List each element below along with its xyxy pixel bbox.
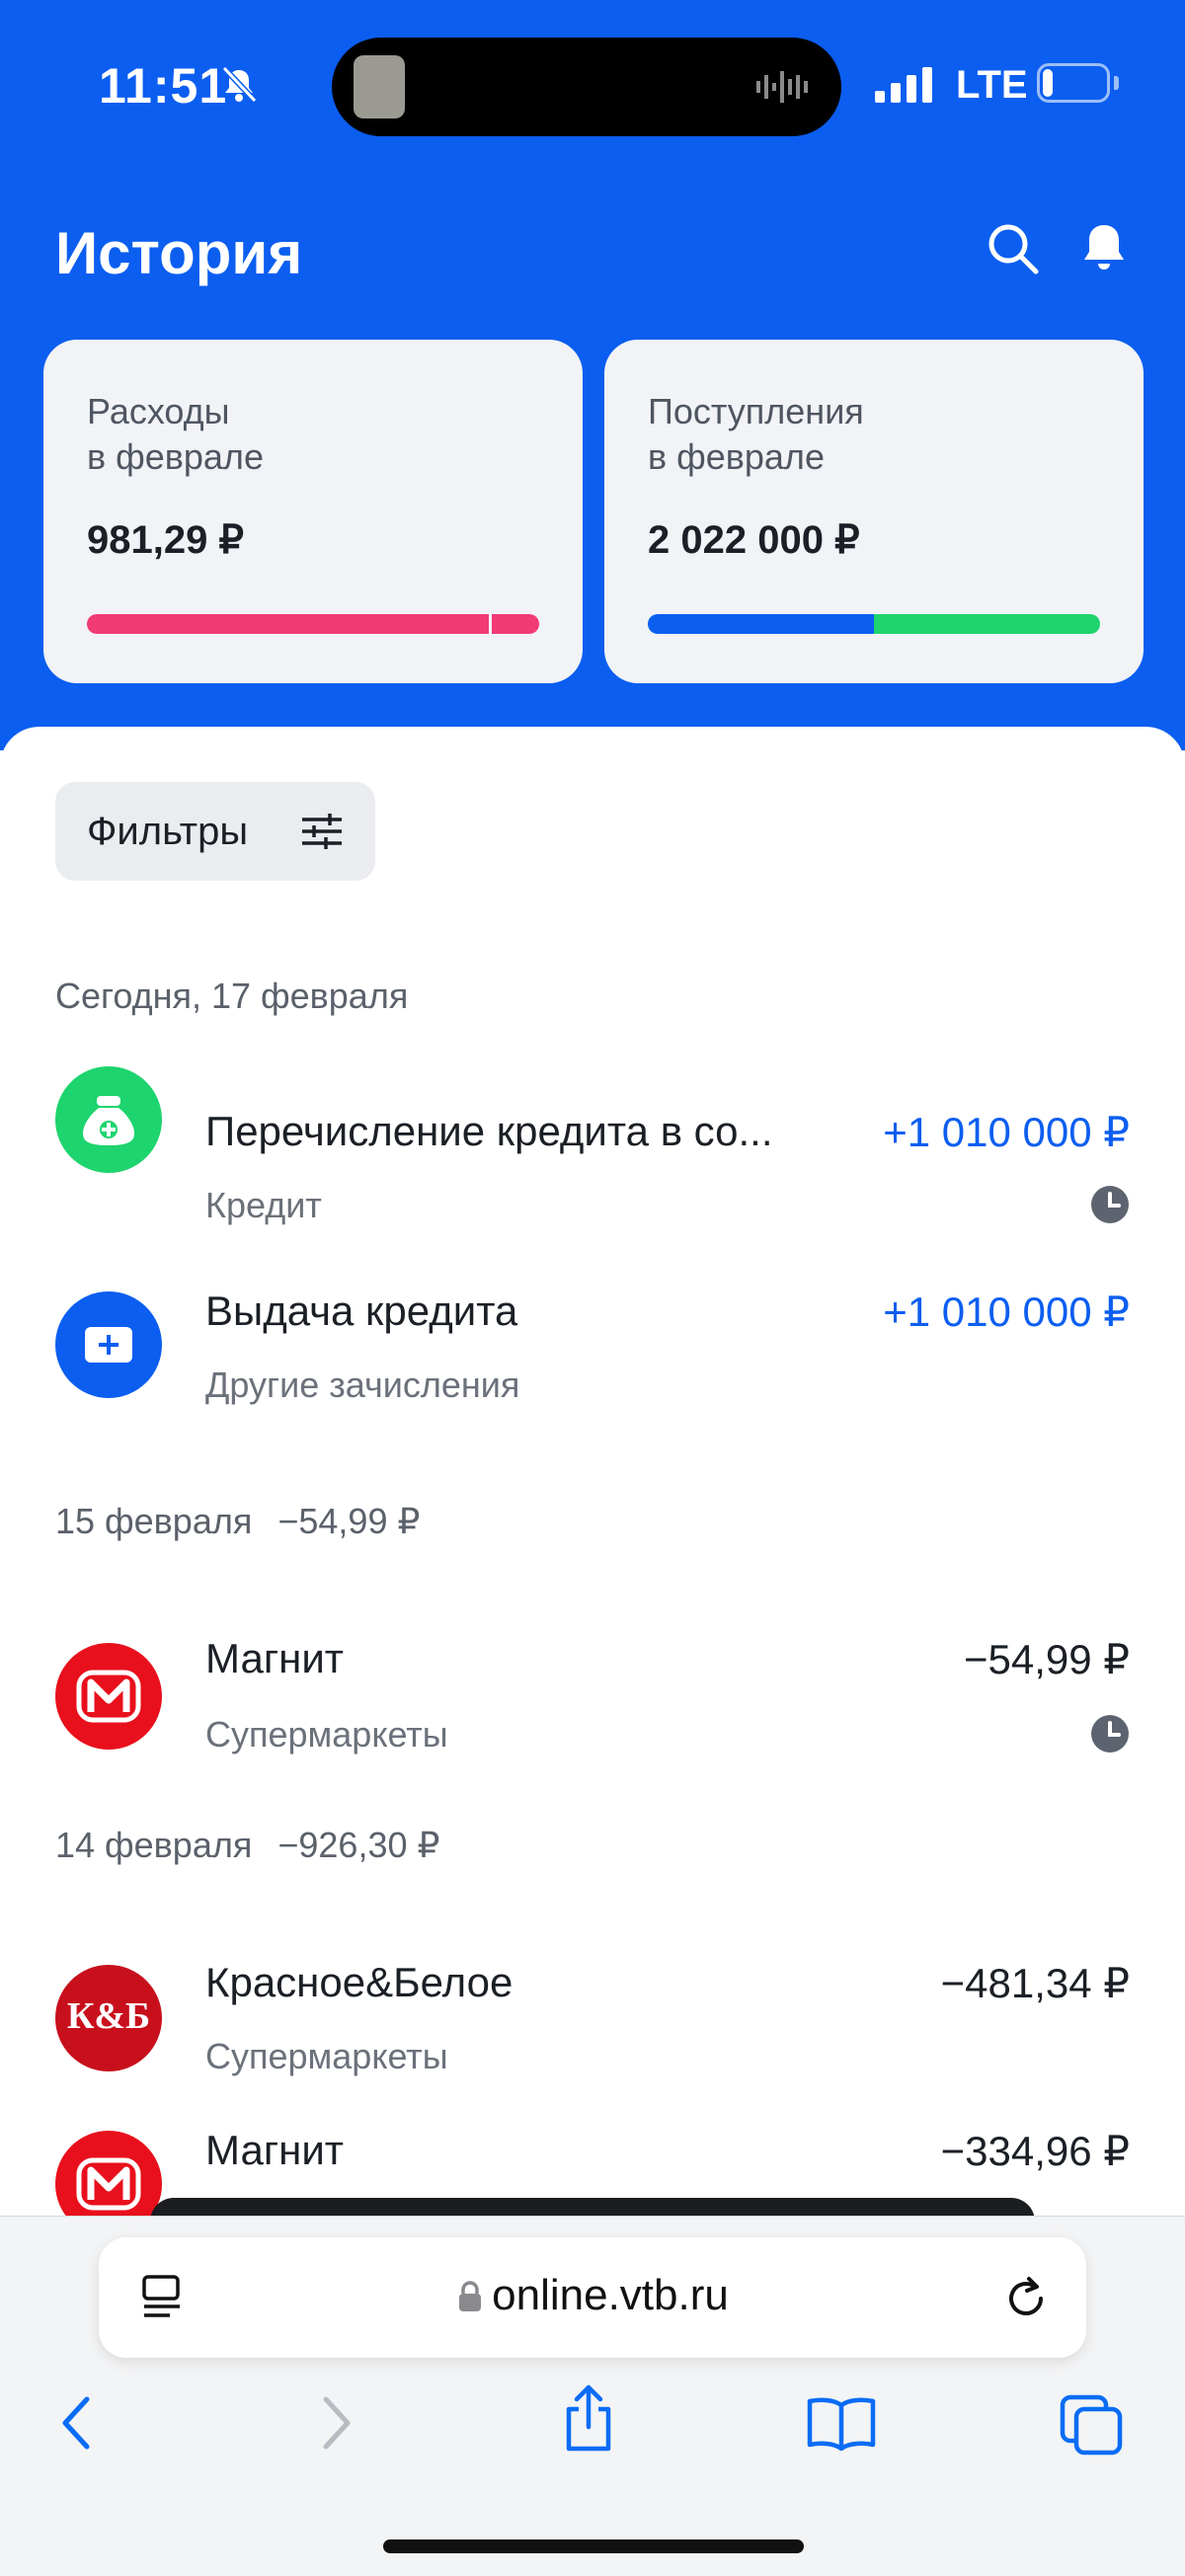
income-label: Поступления в феврале	[648, 391, 864, 477]
search-icon[interactable]	[984, 219, 1043, 278]
cellular-signal-icon	[875, 67, 932, 103]
wallet-plus-icon	[55, 1291, 162, 1398]
audio-wave-icon	[756, 71, 808, 103]
group-date: Сегодня, 17 февраля	[55, 976, 409, 1016]
tabs-icon[interactable]	[1059, 2393, 1126, 2457]
income-bar-segment	[648, 614, 874, 634]
expenses-amount: 981,29 ₽	[87, 518, 244, 562]
date-group-header: 14 февраля −926,30 ₽	[55, 1825, 439, 1866]
income-progress-bar	[648, 614, 1100, 634]
group-date: 14 февраля	[55, 1825, 253, 1865]
url-text: online.vtb.ru	[492, 2271, 729, 2319]
now-playing-artwork	[354, 55, 405, 118]
date-group-header: Сегодня, 17 февраля	[55, 976, 408, 1017]
reload-icon[interactable]	[1003, 2271, 1051, 2322]
silent-mode-icon	[219, 65, 259, 110]
network-type: LTE	[956, 63, 1028, 107]
notifications-bell-icon[interactable]	[1074, 219, 1134, 278]
battery-icon: 23	[1037, 63, 1110, 103]
pending-clock-icon	[1090, 1185, 1130, 1224]
filters-button[interactable]: Фильтры	[55, 782, 375, 881]
address-bar[interactable]: online.vtb.ru	[99, 2237, 1086, 2358]
expenses-label: Расходы в феврале	[87, 391, 264, 477]
income-card[interactable]: Поступления в феврале 2 022 000 ₽	[604, 340, 1144, 683]
dynamic-island	[332, 38, 841, 136]
expenses-card[interactable]: Расходы в феврале 981,29 ₽	[43, 340, 583, 683]
transaction-category: Другие зачисления	[205, 1365, 520, 1405]
forward-icon[interactable]	[314, 2393, 357, 2453]
transaction-title: Красное&Белое	[205, 1959, 514, 2005]
back-icon[interactable]	[55, 2393, 99, 2453]
filters-label: Фильтры	[87, 810, 249, 853]
group-sum: −926,30 ₽	[277, 1825, 440, 1865]
battery-tip	[1114, 76, 1119, 90]
home-indicator	[383, 2539, 804, 2553]
pending-clock-icon	[1090, 1714, 1130, 1754]
page-title: История	[55, 220, 303, 286]
transaction-category: Кредит	[205, 1185, 322, 1225]
transaction-title: Магнит	[205, 2127, 345, 2173]
transaction-amount: −334,96 ₽	[940, 2128, 1130, 2174]
transaction-category: Супермаркеты	[205, 2036, 448, 2076]
lock-icon	[459, 2281, 482, 2311]
transaction-amount: −481,34 ₽	[940, 1960, 1130, 2006]
battery-level: 23	[1058, 67, 1089, 98]
transaction-title: Перечисление кредита в со...	[205, 1108, 773, 1154]
url-display: online.vtb.ru	[99, 2271, 1086, 2320]
date-group-header: 15 февраля −54,99 ₽	[55, 1501, 420, 1542]
transaction-category: Супермаркеты	[205, 1714, 448, 1755]
income-amount: 2 022 000 ₽	[648, 518, 860, 562]
transaction-amount: +1 010 000 ₽	[883, 1109, 1130, 1155]
transaction-amount: +1 010 000 ₽	[883, 1288, 1130, 1335]
transaction-title: Выдача кредита	[205, 1288, 518, 1334]
money-bag-icon	[55, 1066, 162, 1173]
transaction-title: Магнит	[205, 1635, 345, 1681]
expenses-progress-bar	[87, 614, 539, 634]
status-bar: 11:51 LTE 23	[0, 0, 1185, 158]
share-icon[interactable]	[559, 2383, 618, 2453]
sliders-icon	[302, 814, 342, 849]
logo-text: К&Б	[66, 1995, 151, 2037]
group-sum: −54,99 ₽	[277, 1501, 421, 1541]
bookmarks-icon[interactable]	[806, 2393, 877, 2453]
income-bar-segment	[874, 614, 1100, 634]
status-time: 11:51	[99, 58, 228, 114]
transaction-amount: −54,99 ₽	[963, 1636, 1130, 1682]
group-date: 15 февраля	[55, 1501, 253, 1541]
magnit-logo-icon	[55, 1643, 162, 1750]
krasnoe-beloe-logo-icon: К&Б	[55, 1965, 162, 2071]
expenses-bar-segment	[491, 614, 539, 634]
expenses-bar-segment	[87, 614, 489, 634]
